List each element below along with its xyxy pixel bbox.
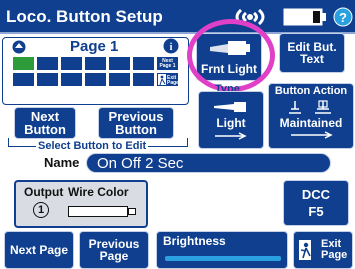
grid-cell-1[interactable] — [12, 56, 35, 71]
highlight-ring — [187, 19, 275, 92]
brightness-slider[interactable]: Brightness — [156, 231, 288, 269]
brightness-track[interactable] — [165, 256, 281, 261]
exit-page-button[interactable]: Exit Page — [293, 231, 353, 269]
exit-icon — [299, 240, 311, 260]
svg-text:i: i — [170, 42, 173, 53]
info-icon[interactable]: i — [163, 38, 179, 54]
battery-icon — [283, 8, 327, 26]
arrow-right-icon — [291, 131, 333, 139]
wire-connector — [128, 208, 136, 215]
grid-cell-5[interactable] — [108, 56, 131, 71]
page-title: Loco. Button Setup — [6, 7, 163, 26]
output-number-badge: 1 — [33, 202, 49, 218]
page-number-label: Page 1 — [70, 38, 119, 55]
output-wire-color-button[interactable]: Output Wire Color 1 — [14, 180, 148, 228]
next-button[interactable]: Next Button — [14, 107, 76, 139]
button-action-button[interactable]: Button Action Maintained — [268, 83, 354, 149]
grid-cell-9[interactable] — [60, 72, 83, 87]
grid-exit-page-button[interactable]: Exit Page — [156, 72, 179, 87]
grid-next-page-button[interactable]: Next Page 1 — [156, 56, 179, 71]
name-field[interactable]: On Off 2 Sec — [86, 153, 331, 173]
type-light-button[interactable]: Light — [198, 91, 264, 149]
wire-color-swatch — [68, 206, 128, 217]
previous-page-button[interactable]: Previous Page — [79, 231, 149, 269]
name-label: Name — [44, 155, 80, 170]
grid-cell-8[interactable] — [36, 72, 59, 87]
grid-cell-3[interactable] — [60, 56, 83, 71]
help-icon[interactable]: ? — [333, 6, 353, 28]
grid-cell-6[interactable] — [132, 56, 155, 71]
switch-icon — [289, 100, 331, 114]
svg-text:?: ? — [339, 10, 347, 25]
grid-cell-7[interactable] — [12, 72, 35, 87]
grid-cell-11[interactable] — [108, 72, 131, 87]
previous-button[interactable]: Previous Button — [98, 107, 174, 139]
arrow-right-icon — [215, 132, 247, 140]
select-button-caption: Select Button to Edit — [36, 140, 149, 152]
home-icon[interactable] — [12, 40, 26, 54]
grid-cell-4[interactable] — [84, 56, 107, 71]
dcc-function-button[interactable]: DCC F5 — [283, 180, 349, 226]
grid-cell-12[interactable] — [132, 72, 155, 87]
grid-cell-2[interactable] — [36, 56, 59, 71]
next-page-button[interactable]: Next Page — [4, 231, 74, 269]
edit-button-text-button[interactable]: Edit But. Text — [279, 33, 345, 73]
grid-cell-10[interactable] — [84, 72, 107, 87]
light-beam-icon — [214, 102, 246, 112]
